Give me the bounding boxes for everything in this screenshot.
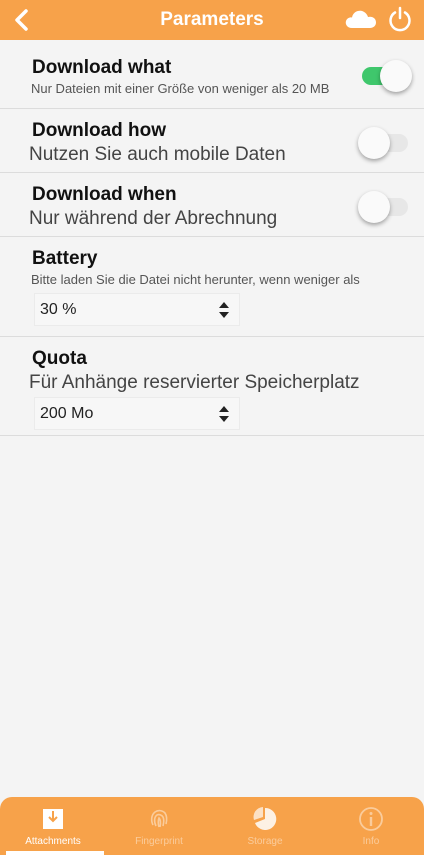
download-tray-icon <box>43 809 63 829</box>
power-button[interactable] <box>386 5 414 33</box>
setting-download-what: Download what Nur Dateien mit einer Größ… <box>0 44 424 109</box>
setting-subtitle: Für Anhänge reservierter Speicherplatz <box>29 372 360 393</box>
toggle-knob <box>380 60 412 92</box>
setting-download-how: Download how Nutzen Sie auch mobile Date… <box>0 109 424 173</box>
download-when-toggle[interactable] <box>358 189 412 223</box>
power-icon <box>389 6 411 32</box>
setting-battery: Battery Bitte laden Sie die Datei nicht … <box>0 237 424 337</box>
cloud-button[interactable] <box>344 6 378 32</box>
app-header: Parameters <box>0 0 424 40</box>
chevron-left-icon <box>15 9 28 31</box>
fingerprint-icon <box>150 809 168 828</box>
quota-select[interactable]: 200 Mo <box>34 397 240 430</box>
sort-arrows-icon <box>219 302 229 318</box>
tab-label: Info <box>362 836 380 847</box>
download-how-toggle[interactable] <box>358 125 412 159</box>
tab-fingerprint[interactable]: Fingerprint <box>106 797 212 855</box>
page-title: Parameters <box>160 9 264 30</box>
back-button[interactable] <box>6 4 36 36</box>
sort-arrows-icon <box>219 406 229 422</box>
tab-info[interactable]: Info <box>318 797 424 855</box>
settings-list: Download what Nur Dateien mit einer Größ… <box>0 44 424 436</box>
info-icon <box>359 807 383 831</box>
pie-chart-icon <box>253 807 277 830</box>
setting-quota: Quota Für Anhänge reservierter Speicherp… <box>0 337 424 436</box>
setting-title: Battery <box>32 248 98 269</box>
setting-title: Quota <box>32 348 87 369</box>
active-tab-indicator <box>6 851 104 855</box>
cloud-icon <box>345 10 376 28</box>
tab-label: Storage <box>247 836 283 847</box>
tab-attachments[interactable]: Attachments <box>0 797 106 855</box>
battery-select-value: 30 % <box>40 300 77 318</box>
toggle-knob <box>358 191 390 223</box>
quota-select-value: 200 Mo <box>40 404 94 422</box>
download-what-toggle[interactable] <box>358 58 412 92</box>
bottom-tab-bar: Attachments Fingerprint Storage Info <box>0 797 424 855</box>
battery-select[interactable]: 30 % <box>34 293 240 326</box>
toggle-knob <box>358 127 390 159</box>
tab-label: Fingerprint <box>135 836 183 847</box>
setting-download-when: Download when Nur während der Abrechnung <box>0 173 424 237</box>
setting-subtitle: Bitte laden Sie die Datei nicht herunter… <box>31 272 360 287</box>
tab-label: Attachments <box>25 836 81 847</box>
tab-storage[interactable]: Storage <box>212 797 318 855</box>
